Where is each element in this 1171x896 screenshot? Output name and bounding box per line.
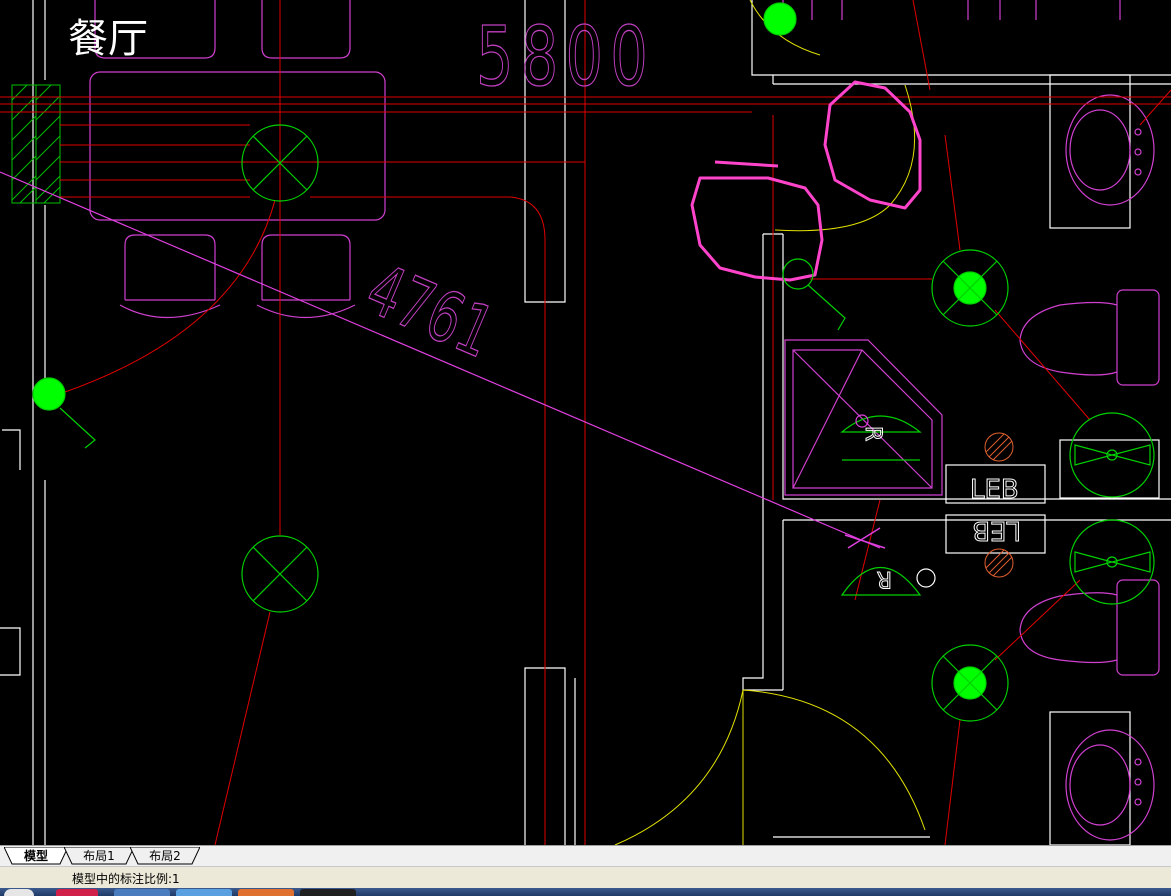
layout-tab-bar: 模型 布局1 布局2 <box>0 845 1171 867</box>
cad-model-space[interactable]: 餐厅 5800 4761 LEB LEB R R <box>0 0 1171 845</box>
status-bar: 模型中的标注比例:1 <box>0 866 1171 889</box>
taskbar-app-button[interactable] <box>238 889 294 896</box>
annotation-scale-status: 模型中的标注比例:1 <box>72 872 180 886</box>
tab-layout1[interactable]: 布局1 <box>64 847 134 865</box>
taskbar-app-button[interactable] <box>176 889 232 896</box>
basin-mark-lower: R <box>877 566 892 591</box>
tab-label-model: 模型 <box>23 849 48 863</box>
tab-label-layout2: 布局2 <box>149 849 181 863</box>
start-button[interactable] <box>4 889 34 896</box>
tab-label-layout1: 布局1 <box>83 849 115 863</box>
taskbar-app-button[interactable] <box>114 889 170 896</box>
taskbar <box>0 888 1171 896</box>
taskbar-app-button[interactable] <box>56 889 98 896</box>
basin-mark-upper: R <box>860 426 885 441</box>
room-label: 餐厅 <box>68 16 148 62</box>
fixture-label-lower: LEB <box>972 515 1021 545</box>
wall-light-icon[interactable] <box>763 2 797 36</box>
taskbar-app-button[interactable] <box>300 889 356 896</box>
tab-model[interactable]: 模型 <box>4 847 68 865</box>
dimension-text-top: 5800 <box>476 9 655 104</box>
fixture-label-upper: LEB <box>970 475 1019 505</box>
tab-layout2[interactable]: 布局2 <box>130 847 200 865</box>
